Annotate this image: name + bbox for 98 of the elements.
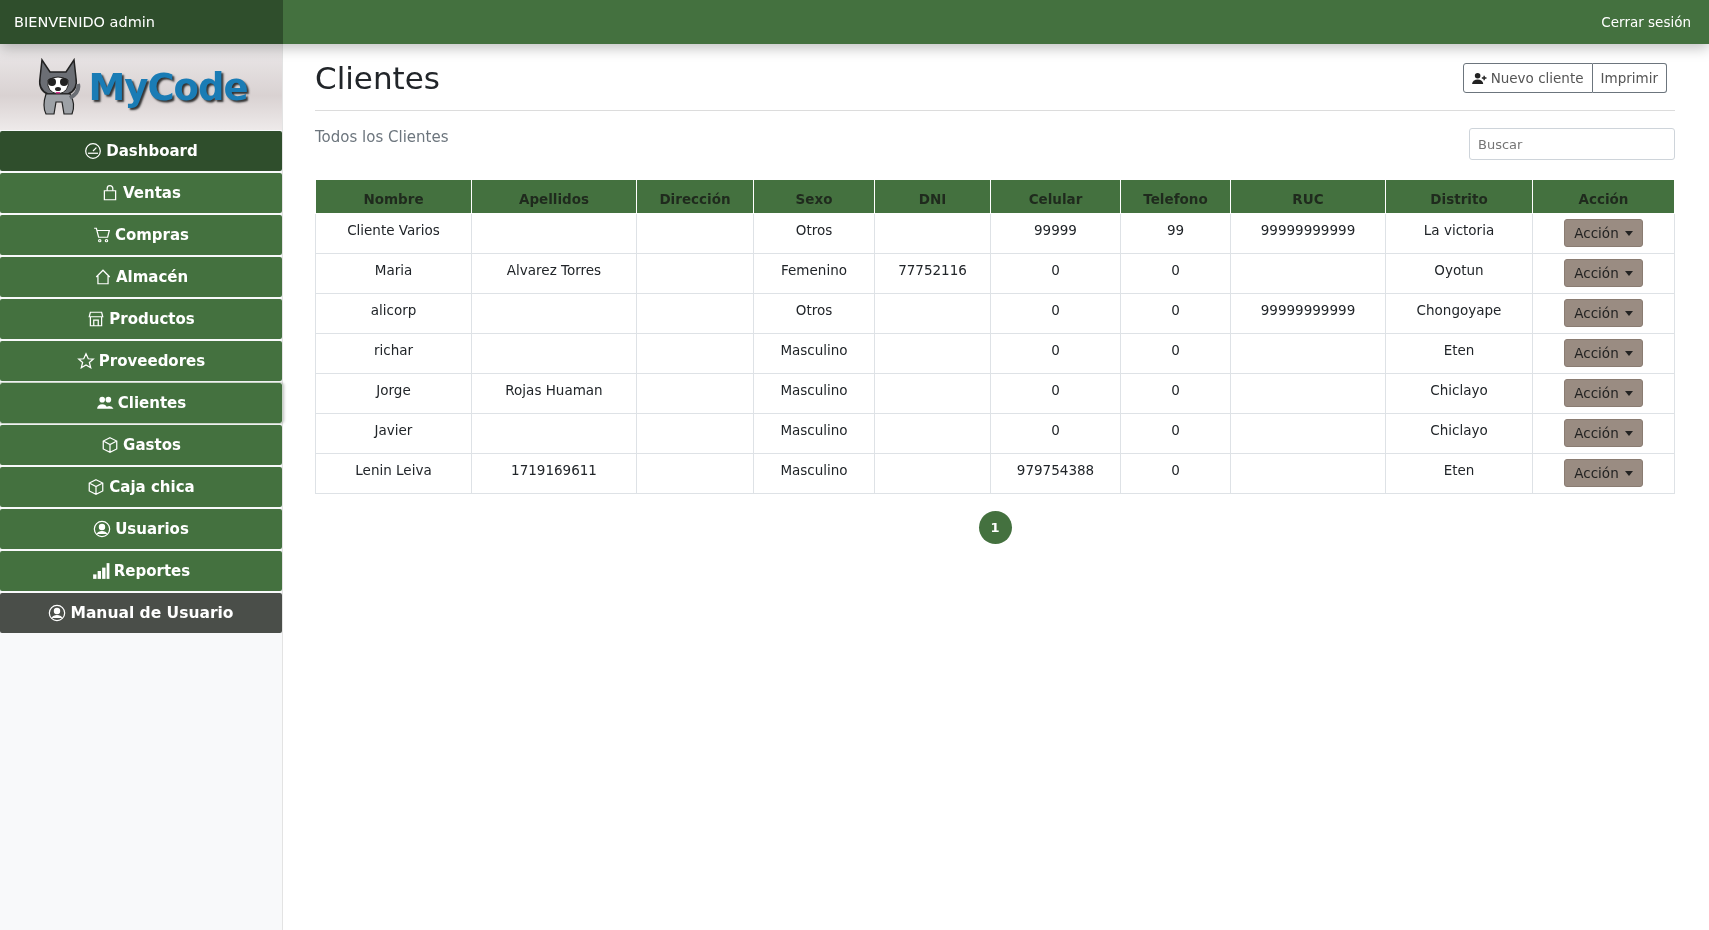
table-cell: 0 bbox=[1120, 333, 1231, 374]
column-header: DNI bbox=[874, 180, 991, 214]
shop-icon bbox=[87, 310, 106, 328]
column-header: Nombre bbox=[315, 180, 472, 214]
page-title: Clientes bbox=[315, 60, 440, 96]
caret-icon bbox=[1624, 310, 1633, 316]
new-client-button[interactable]: Nuevo cliente bbox=[1462, 63, 1593, 93]
table-cell: 0 bbox=[990, 333, 1121, 374]
sidebar-item[interactable]: Compras bbox=[0, 215, 282, 255]
sidebar-item[interactable]: Usuarios bbox=[0, 509, 282, 549]
sidebar-item[interactable]: Proveedores bbox=[0, 341, 282, 381]
cart-icon bbox=[92, 226, 111, 244]
column-header: Acción bbox=[1532, 180, 1675, 214]
table-cell: 0 bbox=[1120, 413, 1231, 454]
action-dropdown-button[interactable]: Acción bbox=[1564, 299, 1643, 327]
sidebar-item[interactable]: Reportes bbox=[0, 551, 282, 591]
sidebar-item[interactable]: Almacén bbox=[0, 257, 282, 297]
action-dropdown-button[interactable]: Acción bbox=[1564, 339, 1643, 367]
table-cell: Javier bbox=[315, 413, 472, 454]
table-cell: Chiclayo bbox=[1385, 413, 1533, 454]
table-cell: Jorge bbox=[315, 373, 472, 414]
section-subtitle: Todos los Clientes bbox=[315, 128, 449, 146]
table-cell: Chiclayo bbox=[1385, 373, 1533, 414]
bar-chart-icon bbox=[91, 562, 110, 580]
logout-link[interactable]: Cerrar sesión bbox=[1601, 14, 1691, 30]
action-dropdown-button[interactable]: Acción bbox=[1564, 459, 1643, 487]
sidebar-item[interactable]: Caja chica bbox=[0, 467, 282, 507]
table-cell: 0 bbox=[990, 293, 1121, 334]
table-cell: 0 bbox=[990, 413, 1121, 454]
table-cell: Rojas Huaman bbox=[471, 373, 637, 414]
table-cell: 0 bbox=[1120, 253, 1231, 294]
column-header: RUC bbox=[1230, 180, 1386, 214]
sidebar-item[interactable]: Dashboard bbox=[0, 131, 282, 171]
table-cell: 77752116 bbox=[874, 253, 991, 294]
table-cell: 99 bbox=[1120, 213, 1231, 254]
column-header: Distrito bbox=[1385, 180, 1533, 214]
table-cell: Maria bbox=[315, 253, 472, 294]
box-icon bbox=[87, 478, 106, 496]
sidebar-item[interactable]: Clientes bbox=[0, 383, 282, 423]
action-dropdown-button[interactable]: Acción bbox=[1564, 419, 1643, 447]
table-cell: richar bbox=[315, 333, 472, 374]
caret-icon bbox=[1624, 470, 1633, 476]
table-cell: Chongoyape bbox=[1385, 293, 1533, 334]
table-cell: 99999999999 bbox=[1230, 293, 1386, 334]
table-cell: Otros bbox=[753, 213, 875, 254]
table-cell: 0 bbox=[990, 253, 1121, 294]
column-header: Dirección bbox=[636, 180, 754, 214]
column-header: Celular bbox=[990, 180, 1121, 214]
sidebar-item[interactable]: Ventas bbox=[0, 173, 282, 213]
user-circle-icon bbox=[48, 604, 67, 622]
table-cell: Alvarez Torres bbox=[471, 253, 637, 294]
box-icon bbox=[101, 436, 120, 454]
caret-icon bbox=[1624, 390, 1633, 396]
table-cell: 99999999999 bbox=[1230, 213, 1386, 254]
caret-icon bbox=[1624, 230, 1633, 236]
action-dropdown-button[interactable]: Acción bbox=[1564, 219, 1643, 247]
table-cell: Eten bbox=[1385, 453, 1533, 494]
table-cell: 0 bbox=[1120, 373, 1231, 414]
print-button[interactable]: Imprimir bbox=[1592, 63, 1667, 93]
table-cell: 99999 bbox=[990, 213, 1121, 254]
table-cell: Otros bbox=[753, 293, 875, 334]
user-circle-icon bbox=[93, 520, 112, 538]
column-header: Sexo bbox=[753, 180, 875, 214]
caret-icon bbox=[1624, 270, 1633, 276]
table-cell: Masculino bbox=[753, 413, 875, 454]
table-cell: 0 bbox=[1120, 453, 1231, 494]
logo-text: MyCode bbox=[88, 65, 248, 109]
table-cell: Masculino bbox=[753, 333, 875, 374]
table-cell: alicorp bbox=[315, 293, 472, 334]
table-cell: Femenino bbox=[753, 253, 875, 294]
add-user-icon bbox=[1471, 71, 1487, 85]
caret-icon bbox=[1624, 430, 1633, 436]
table-cell: 1719169611 bbox=[471, 453, 637, 494]
table-cell: Oyotun bbox=[1385, 253, 1533, 294]
table-cell: Eten bbox=[1385, 333, 1533, 374]
table-cell: Masculino bbox=[753, 453, 875, 494]
table-cell: Masculino bbox=[753, 373, 875, 414]
house-icon bbox=[93, 268, 112, 286]
page-button[interactable]: 1 bbox=[978, 511, 1012, 544]
table-cell: Cliente Varios bbox=[315, 213, 472, 254]
star-icon bbox=[76, 352, 95, 370]
action-dropdown-button[interactable]: Acción bbox=[1564, 379, 1643, 407]
sidebar-item[interactable]: Gastos bbox=[0, 425, 282, 465]
people-icon bbox=[95, 394, 114, 412]
gauge-icon bbox=[84, 142, 103, 160]
column-header: Telefono bbox=[1120, 180, 1231, 214]
table-cell: 0 bbox=[1120, 293, 1231, 334]
table-cell: La victoria bbox=[1385, 213, 1533, 254]
sidebar-item[interactable]: Manual de Usuario bbox=[0, 593, 282, 633]
sidebar-item[interactable]: Productos bbox=[0, 299, 282, 339]
action-dropdown-button[interactable]: Acción bbox=[1564, 259, 1643, 287]
column-header: Apellidos bbox=[471, 180, 637, 214]
welcome-text: BIENVENIDO admin bbox=[0, 0, 283, 44]
caret-icon bbox=[1624, 350, 1633, 356]
table-cell: 979754388 bbox=[990, 453, 1121, 494]
search-field[interactable]: Buscar bbox=[1469, 128, 1675, 160]
table-cell: Lenin Leiva bbox=[315, 453, 472, 494]
table-cell: 0 bbox=[990, 373, 1121, 414]
